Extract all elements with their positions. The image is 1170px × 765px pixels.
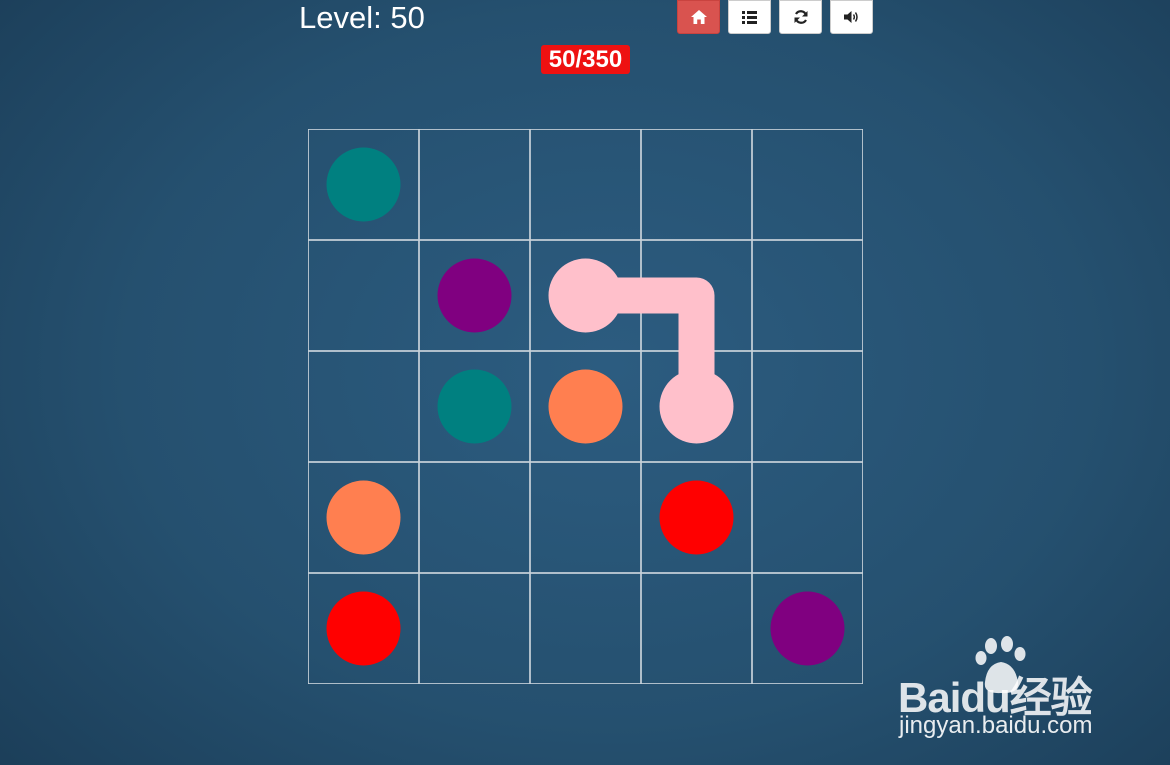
dot-teal[interactable] [437,369,512,444]
dot-pink[interactable] [548,258,623,333]
dot-purple[interactable] [437,258,512,333]
game-board[interactable] [308,129,863,684]
restart-button[interactable] [779,0,822,34]
dot-teal[interactable] [326,147,401,222]
dot-red[interactable] [659,480,734,555]
watermark-url: jingyan.baidu.com [899,712,1093,739]
board-cell[interactable] [531,463,640,572]
watermark: Baidu经验 jingyan.baidu.com [893,636,1113,746]
board-cell[interactable] [531,574,640,683]
home-button[interactable] [677,0,720,34]
board-cell[interactable] [309,241,418,350]
board-cell[interactable] [753,352,862,461]
dot-coral[interactable] [548,369,623,444]
list-icon [742,10,757,24]
board-cell[interactable] [753,463,862,572]
dot-purple[interactable] [770,591,845,666]
home-icon [690,10,707,24]
board-cell[interactable] [642,574,751,683]
board-cell[interactable] [420,463,529,572]
sound-button[interactable] [830,0,873,34]
level-list-button[interactable] [728,0,771,34]
dot-coral[interactable] [326,480,401,555]
board-cell[interactable] [531,130,640,239]
dot-red[interactable] [326,591,401,666]
board-cell[interactable] [309,352,418,461]
board-cell[interactable] [753,130,862,239]
level-progress-badge: 50/350 [541,45,630,74]
board-cell[interactable] [753,241,862,350]
board-cell[interactable] [420,130,529,239]
level-title: Level: 50 [299,0,425,35]
volume-icon [843,11,858,23]
refresh-icon [794,10,807,24]
dot-pink[interactable] [659,369,734,444]
board-cell[interactable] [642,130,751,239]
board-cell[interactable] [420,574,529,683]
